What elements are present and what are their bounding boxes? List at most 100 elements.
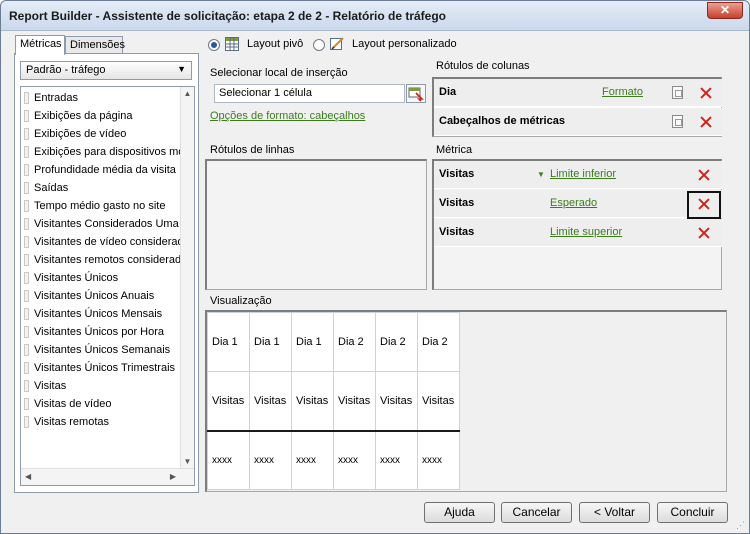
list-item[interactable]: Entradas <box>23 89 180 107</box>
list-item[interactable]: Visitantes Únicos Trimestrais <box>23 359 180 377</box>
preview-day-cell: Dia 2 <box>375 312 418 372</box>
list-item[interactable]: Visitantes Considerados Uma Vez n <box>23 215 180 233</box>
preview-metric-cell: Visitas <box>207 371 250 431</box>
help-button[interactable]: Ajuda <box>424 502 495 523</box>
delete-icon[interactable] <box>698 198 710 210</box>
metric-box: Visitas ▼ Limite inferior Visitas Espera… <box>432 159 722 290</box>
list-item[interactable]: Exibições da página <box>23 107 180 125</box>
drag-handle-icon[interactable] <box>24 110 29 122</box>
row-labels-box[interactable] <box>205 159 427 290</box>
list-item[interactable]: Visitantes Únicos por Hora <box>23 323 180 341</box>
list-item[interactable]: Visitas remotas <box>23 413 180 431</box>
metric-name: Visitas <box>439 226 475 238</box>
list-item[interactable]: Visitas de vídeo <box>23 395 180 413</box>
scroll-right-icon[interactable]: ▶ <box>170 472 176 481</box>
scroll-up-icon[interactable]: ▲ <box>181 89 194 98</box>
insertion-heading: Selecionar local de inserção <box>210 67 348 79</box>
drag-handle-icon[interactable] <box>24 146 29 158</box>
format-options-link[interactable]: Opções de formato: cabeçalhos <box>210 110 365 122</box>
drag-handle-icon[interactable] <box>24 254 29 266</box>
column-label-name: Dia <box>439 86 457 98</box>
list-item[interactable]: Visitas <box>23 377 180 395</box>
close-button[interactable]: ✕ <box>707 2 743 19</box>
list-item[interactable]: Profundidade média da visita <box>23 161 180 179</box>
horizontal-scrollbar[interactable]: ◀ ▶ <box>21 468 194 485</box>
metric-bound-link[interactable]: Limite superior <box>550 226 622 238</box>
drag-handle-icon[interactable] <box>24 380 29 392</box>
pivot-layout-radio[interactable] <box>208 39 220 51</box>
drag-handle-icon[interactable] <box>24 200 29 212</box>
back-button[interactable]: < Voltar <box>579 502 650 523</box>
preview-value-cell: xxxx <box>333 429 376 490</box>
column-label-row[interactable]: Cabeçalhos de métricas <box>434 108 722 136</box>
resize-grip-icon[interactable]: ⋰ <box>736 520 746 530</box>
metric-bound-link[interactable]: Esperado <box>550 197 597 209</box>
column-label-name: Cabeçalhos de métricas <box>439 115 565 127</box>
drag-handle-icon[interactable] <box>24 218 29 230</box>
metric-group-dropdown[interactable]: Padrão - tráfego ▼ <box>20 61 192 80</box>
tab-dimensoes[interactable]: Dimensões <box>65 36 125 54</box>
column-labels-box: Dia Formato Cabeçalhos de métricas <box>432 77 722 137</box>
format-icon[interactable] <box>672 86 683 99</box>
drag-handle-icon[interactable] <box>24 92 29 104</box>
drag-handle-icon[interactable] <box>24 344 29 356</box>
insertion-cell-value: Selecionar 1 célula <box>219 87 312 99</box>
preview-value-cell: xxxx <box>417 429 460 490</box>
drag-handle-icon[interactable] <box>24 128 29 140</box>
list-item[interactable]: Visitantes Únicos Anuais <box>23 287 180 305</box>
drag-handle-icon[interactable] <box>24 164 29 176</box>
column-label-row[interactable]: Dia Formato <box>434 79 722 107</box>
insertion-cell-input[interactable]: Selecionar 1 célula <box>214 84 405 103</box>
drag-handle-icon[interactable] <box>24 398 29 410</box>
preview-value-cell: xxxx <box>207 429 250 490</box>
delete-icon[interactable] <box>700 116 712 128</box>
dropdown-value: Padrão - tráfego <box>26 64 106 76</box>
drag-handle-icon[interactable] <box>24 416 29 428</box>
report-builder-dialog: Report Builder - Assistente de solicitaç… <box>0 0 750 534</box>
triangle-down-icon: ▼ <box>537 170 545 179</box>
drag-handle-icon[interactable] <box>24 362 29 374</box>
cell-picker-button[interactable] <box>406 84 426 103</box>
delete-icon[interactable] <box>698 169 710 181</box>
drag-handle-icon[interactable] <box>24 290 29 302</box>
list-item[interactable]: Exibições para dispositivos móveis <box>23 143 180 161</box>
pivot-layout-label: Layout pivô <box>247 38 304 50</box>
metric-bound-link[interactable]: Limite inferior <box>550 168 616 180</box>
metric-list: Entradas Exibições da página Exibições d… <box>20 86 195 486</box>
drag-handle-icon[interactable] <box>24 236 29 248</box>
list-item[interactable]: Tempo médio gasto no site <box>23 197 180 215</box>
list-item[interactable]: Saídas <box>23 179 180 197</box>
drag-handle-icon[interactable] <box>24 182 29 194</box>
preview-metric-cell: Visitas <box>375 371 418 431</box>
list-item[interactable]: Visitantes de vídeo considerados u <box>23 233 180 251</box>
drag-handle-icon[interactable] <box>24 326 29 338</box>
drag-handle-icon[interactable] <box>24 272 29 284</box>
preview-day-cell: Dia 2 <box>333 312 376 372</box>
tab-metricas[interactable]: Métricas <box>15 35 65 55</box>
list-item[interactable]: Visitantes remotos considerados um <box>23 251 180 269</box>
custom-layout-radio[interactable] <box>313 39 325 51</box>
metric-name: Visitas <box>439 197 475 209</box>
scroll-down-icon[interactable]: ▼ <box>181 457 194 466</box>
scroll-left-icon[interactable]: ◀ <box>25 472 31 481</box>
metric-row[interactable]: Visitas Esperado <box>434 190 722 219</box>
cancel-button[interactable]: Cancelar <box>501 502 572 523</box>
preview-metric-cell: Visitas <box>291 371 334 431</box>
list-item[interactable]: Visitantes Únicos Mensais <box>23 305 180 323</box>
list-item[interactable]: Visitantes Únicos <box>23 269 180 287</box>
drag-handle-icon[interactable] <box>24 308 29 320</box>
preview-value-cell: xxxx <box>249 429 292 490</box>
preview-value-cell: xxxx <box>375 429 418 490</box>
list-item[interactable]: Exibições de vídeo <box>23 125 180 143</box>
vertical-scrollbar[interactable]: ▲ ▼ <box>180 87 194 468</box>
metric-row[interactable]: Visitas ▼ Limite inferior <box>434 161 722 189</box>
format-link[interactable]: Formato <box>602 86 643 98</box>
list-item[interactable]: Visitantes Únicos Semanais <box>23 341 180 359</box>
finish-button[interactable]: Concluir <box>657 502 728 523</box>
format-icon[interactable] <box>672 115 683 128</box>
metric-row[interactable]: Visitas Limite superior <box>434 219 722 247</box>
custom-layout-label: Layout personalizado <box>352 38 457 50</box>
metrics-panel: Padrão - tráfego ▼ Entradas Exibições da… <box>14 53 199 493</box>
delete-icon[interactable] <box>698 227 710 239</box>
delete-icon[interactable] <box>700 87 712 99</box>
